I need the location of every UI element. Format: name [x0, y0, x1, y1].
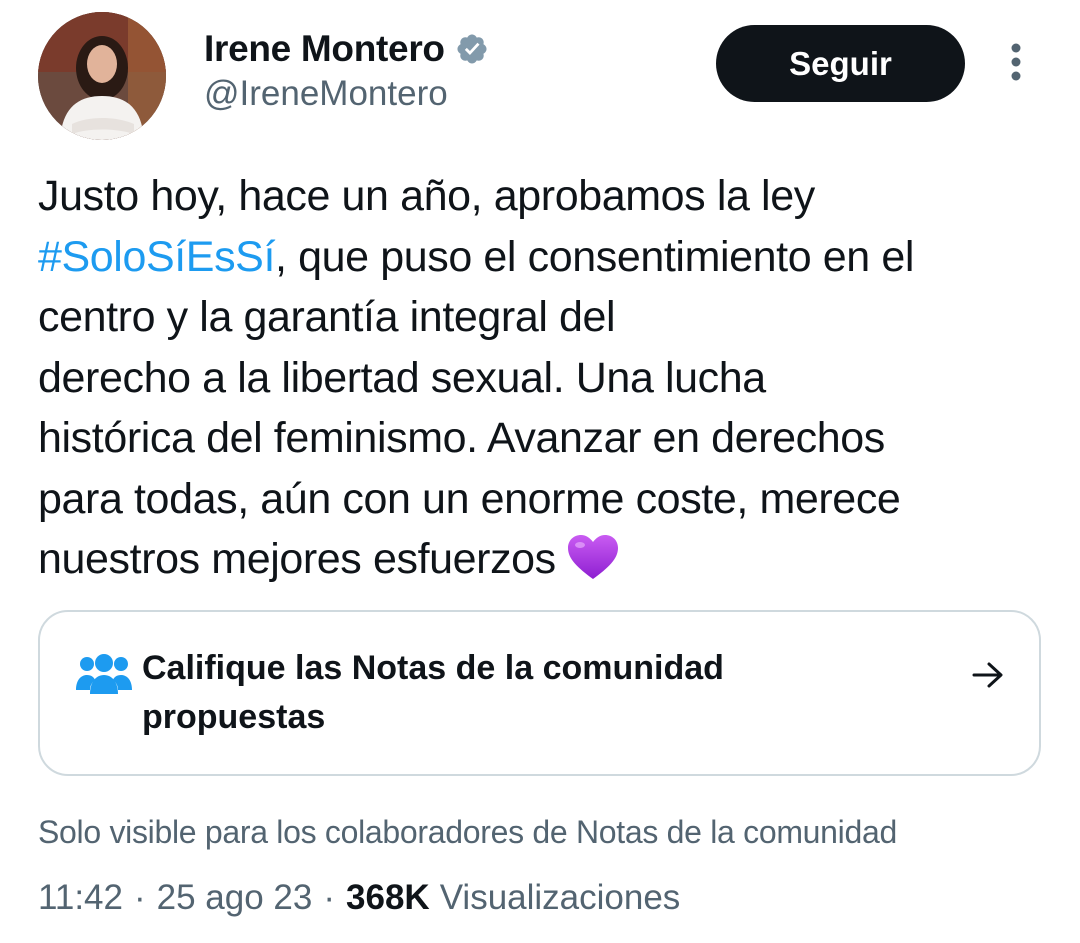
- vertical-ellipsis-icon[interactable]: [1000, 40, 1032, 84]
- tweet-text-line: derecho a la libertad sexual. Una lucha: [38, 348, 1048, 409]
- people-icon: [76, 654, 132, 694]
- tweet-text-segment: Justo hoy, hace un año, aprobamos la ley: [38, 172, 815, 220]
- meta-separator: ·: [323, 878, 336, 917]
- tweet-text-segment: histórica del feminismo. Avanzar en dere…: [38, 414, 885, 462]
- purple-heart-icon: [567, 535, 618, 579]
- community-notes-card[interactable]: Califique las Notas de la comunidad prop…: [38, 610, 1041, 776]
- tweet-text-line: histórica del feminismo. Avanzar en dere…: [38, 408, 1048, 469]
- tweet-text-segment: centro y la garantía integral del: [38, 293, 616, 341]
- hashtag-link[interactable]: #SoloSíEsSí: [38, 233, 275, 281]
- community-notes-title[interactable]: Califique las Notas de la comunidad prop…: [142, 644, 862, 742]
- tweet-text-segment: para todas, aún con un enorme coste, mer…: [38, 474, 901, 523]
- tweet-text-line: #SoloSíEsSí, que puso el consentimiento …: [38, 227, 1048, 288]
- tweet-text-line: Justo hoy, hace un año, aprobamos la ley: [38, 166, 1048, 227]
- tweet-text: Justo hoy, hace un año, aprobamos la ley…: [38, 166, 1048, 590]
- tweet-text-line: nuestros mejores esfuerzos: [38, 529, 1048, 590]
- display-name[interactable]: Irene Montero: [204, 28, 445, 70]
- views-label[interactable]: Visualizaciones: [440, 878, 681, 918]
- arrow-right-icon[interactable]: [970, 660, 1006, 690]
- avatar[interactable]: [38, 12, 166, 140]
- profile-photo-icon: [38, 12, 166, 140]
- tweet-text-segment: derecho a la libertad sexual. Una lucha: [38, 353, 766, 402]
- tweet-text-line: centro y la garantía integral del: [38, 287, 1048, 348]
- tweet-text-line: para todas, aún con un enorme coste, mer…: [38, 469, 1048, 530]
- views-count[interactable]: 368K: [346, 878, 430, 918]
- visibility-note: Solo visible para los colaboradores de N…: [38, 814, 897, 850]
- handle[interactable]: @IreneMontero: [204, 74, 448, 114]
- verified-badge-icon[interactable]: [455, 32, 489, 66]
- tweet-time[interactable]: 11:42: [38, 878, 123, 918]
- tweet: Irene Montero @IreneMontero Seguir Justo…: [0, 0, 1080, 943]
- tweet-date[interactable]: 25 ago 23: [157, 878, 313, 918]
- follow-button[interactable]: Seguir: [716, 25, 965, 102]
- name-row: Irene Montero: [204, 28, 489, 70]
- tweet-text-segment: , que puso el consentimiento en el: [275, 232, 915, 281]
- tweet-meta: 11:42 · 25 ago 23 · 368K Visualizaciones: [38, 878, 680, 918]
- tweet-text-segment: nuestros mejores esfuerzos: [38, 535, 556, 583]
- meta-separator: ·: [134, 878, 146, 917]
